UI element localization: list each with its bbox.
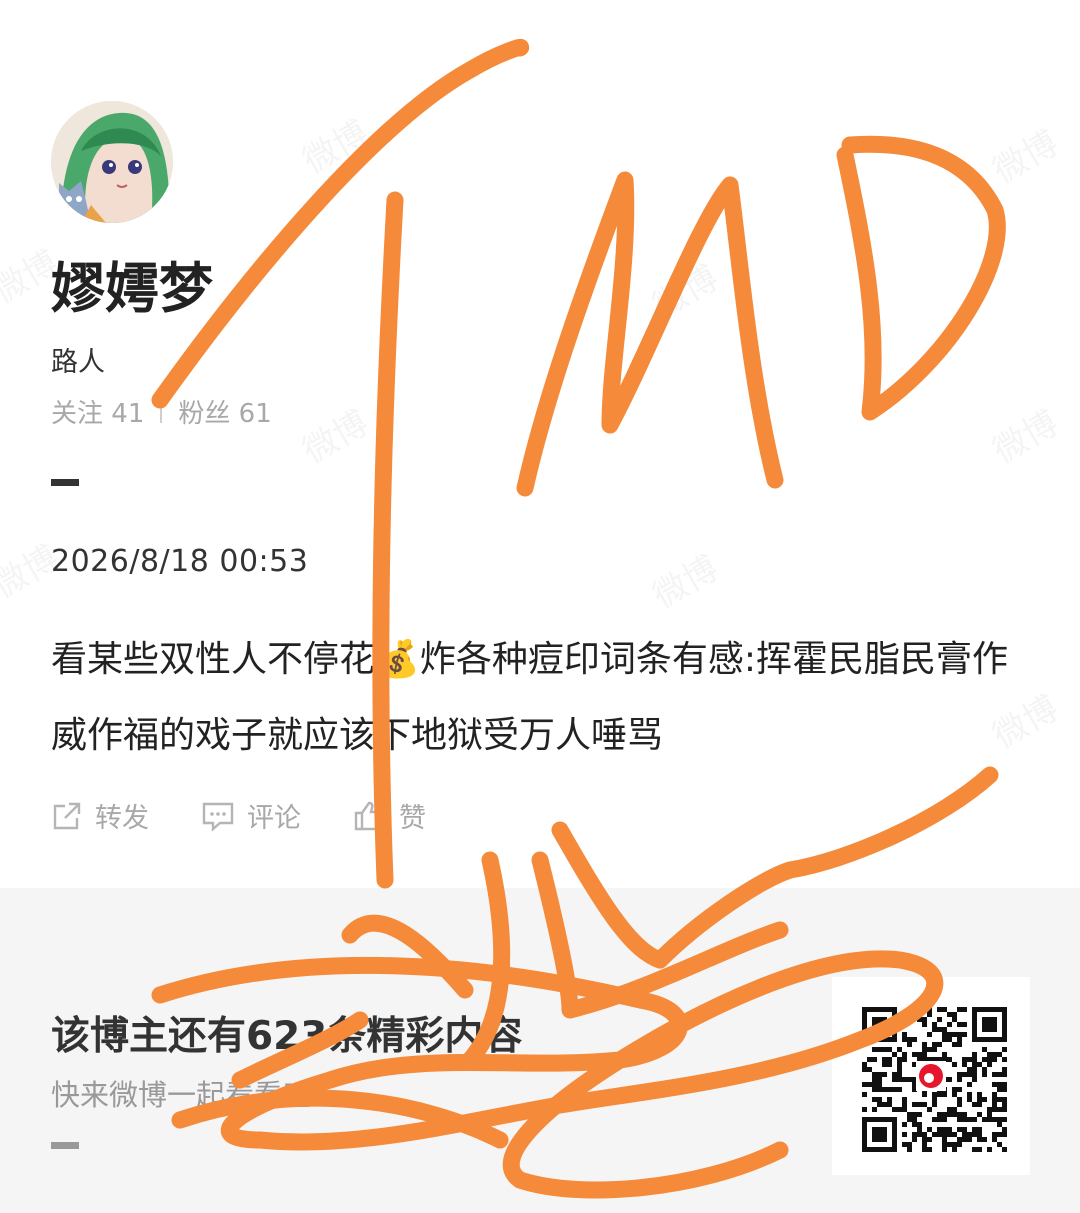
section-divider	[51, 479, 79, 486]
more-content-subtitle: 快来微博一起看看吧	[51, 1078, 313, 1112]
watermark: 微博	[642, 251, 725, 327]
fans-count: 61	[238, 399, 272, 429]
qr-code	[832, 977, 1030, 1175]
more-content-title: 该博主还有623条精彩内容	[51, 1014, 523, 1059]
stats-divider	[160, 400, 163, 423]
watermark: 微博	[982, 116, 1065, 192]
post-content: 看某些双性人不停花💰炸各种痘印词条有感:挥霍民脂民膏作威作福的戏子就应该下地狱受…	[51, 622, 1041, 774]
footer-divider	[51, 1142, 79, 1149]
avatar[interactable]	[51, 101, 173, 223]
action-bar: 转发 评论 赞	[51, 796, 426, 835]
like-label: 赞	[399, 803, 426, 834]
comment-label: 评论	[247, 803, 301, 834]
watermark: 微博	[642, 541, 725, 617]
post-text-1: 看某些双性人不停花	[51, 639, 376, 680]
profile-name: 嫪嫮梦	[51, 257, 213, 320]
fans-label: 粉丝	[178, 399, 231, 429]
comment-button[interactable]: 评论	[201, 796, 301, 835]
thumbs-up-icon	[354, 801, 385, 830]
avatar-illustration	[51, 101, 173, 223]
profile-stats: 关注 41 粉丝 61	[51, 393, 272, 430]
qr-code-graphic	[862, 1007, 1007, 1152]
money-bag-icon: 💰	[375, 639, 420, 680]
comment-icon	[202, 802, 234, 832]
watermark: 微博	[292, 106, 375, 182]
watermark: 微博	[292, 396, 375, 472]
profile-role: 路人	[51, 347, 105, 378]
follow-label: 关注	[51, 399, 104, 429]
follow-count: 41	[111, 399, 145, 429]
repost-label: 转发	[95, 803, 149, 834]
fans-stat[interactable]: 粉丝 61	[178, 393, 271, 430]
post-date: 2026/8/18 00:53	[51, 544, 309, 579]
repost-button[interactable]: 转发	[51, 796, 149, 835]
follow-stat[interactable]: 关注 41	[51, 393, 144, 430]
watermark: 微博	[982, 396, 1065, 472]
repost-icon	[53, 802, 81, 829]
like-button[interactable]: 赞	[353, 796, 426, 835]
